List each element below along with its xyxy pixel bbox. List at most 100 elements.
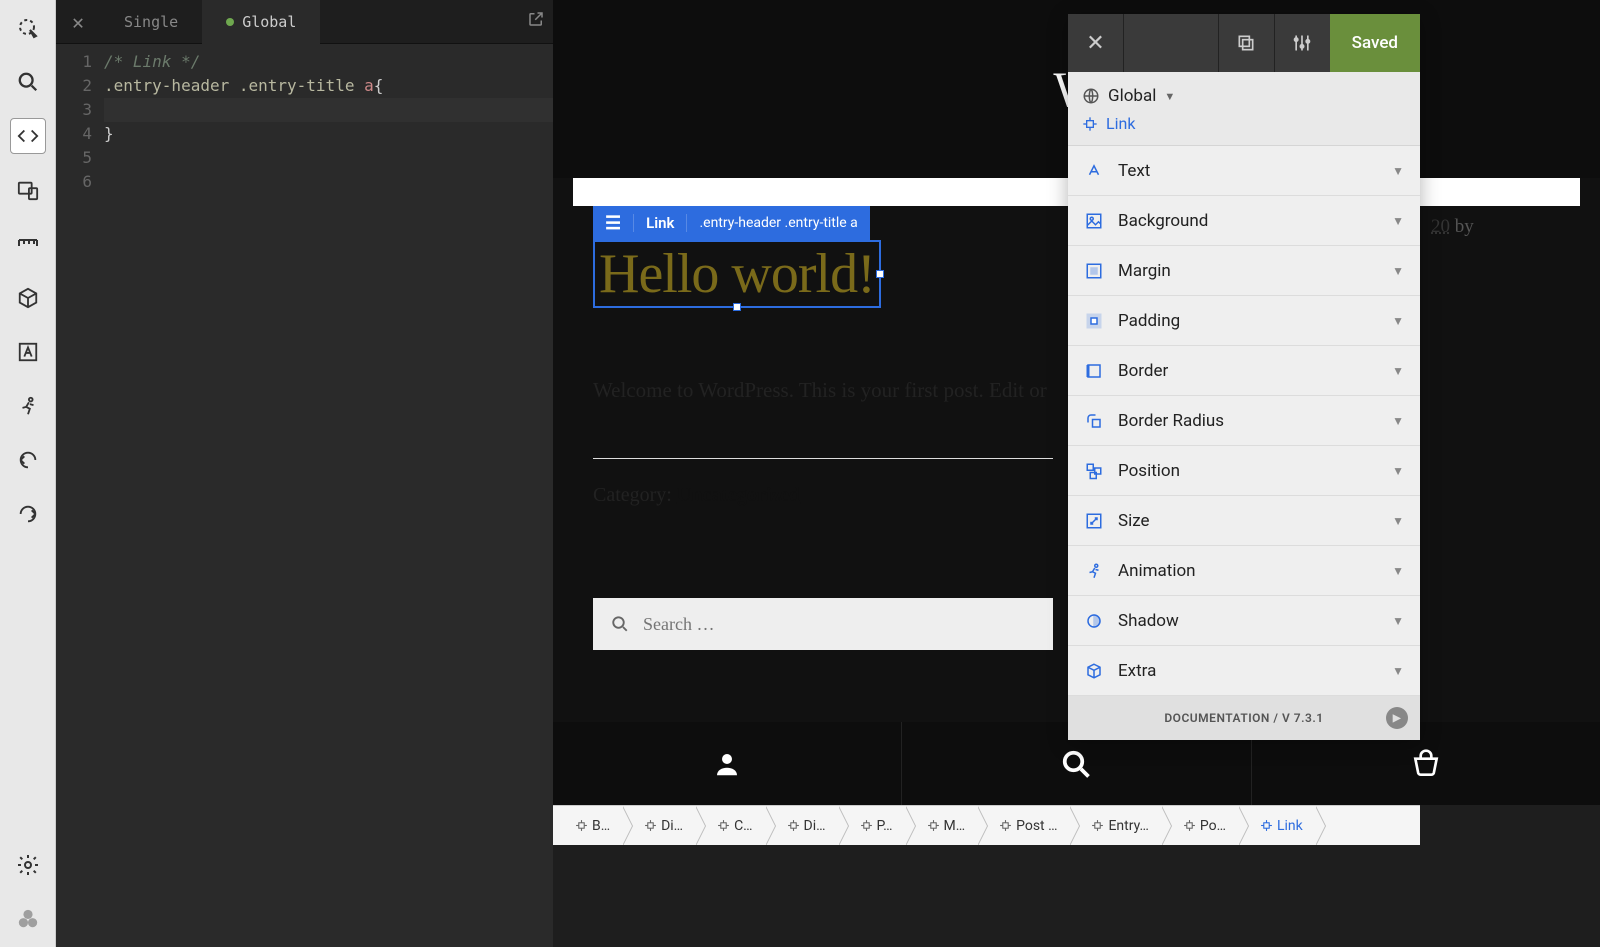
scope-element-row[interactable]: Link (1082, 110, 1406, 141)
devices-icon[interactable] (10, 172, 46, 208)
ruler-icon[interactable] (10, 226, 46, 262)
inspector-section-animation[interactable]: Animation ▼ (1068, 546, 1420, 596)
section-label: Extra (1118, 661, 1156, 681)
inspector-panel: ✕ Saved Global ▼ Link Text▼Background▼Ma… (1068, 14, 1420, 740)
inspector-section-shadow[interactable]: Shadow▼ (1068, 596, 1420, 646)
inspector-section-background[interactable]: Background▼ (1068, 196, 1420, 246)
footer-user-icon[interactable] (553, 722, 902, 805)
post-body-text: Welcome to WordPress. This is your first… (593, 378, 1047, 403)
category-label: Category: (593, 484, 672, 506)
font-box-icon[interactable] (10, 334, 46, 370)
chevron-down-icon: ▼ (1164, 90, 1175, 103)
code-icon[interactable] (10, 118, 46, 154)
breadcrumb-item[interactable]: B… (553, 806, 622, 846)
chevron-down-icon: ▼ (1392, 464, 1404, 478)
line-gutter: 123456 (56, 50, 104, 194)
inspector-section-text[interactable]: Text▼ (1068, 146, 1420, 196)
resize-handle-right[interactable] (876, 270, 884, 278)
globe-icon (1082, 87, 1100, 105)
close-inspector-button[interactable]: ✕ (1068, 14, 1124, 72)
chevron-down-icon: ▼ (1392, 414, 1404, 428)
inspector-toolbar: ✕ Saved (1068, 14, 1420, 72)
dirty-dot-icon (226, 18, 234, 26)
code-content[interactable]: /* Link */.entry-header .entry-title a{ … (104, 50, 553, 194)
animation-runner-icon[interactable] (10, 388, 46, 424)
section-label: Animation (1118, 561, 1196, 581)
inspector-section-padding[interactable]: Padding ▼ (1068, 296, 1420, 346)
cube-icon[interactable] (10, 280, 46, 316)
section-label: Size (1118, 511, 1150, 531)
breadcrumb-item[interactable]: Post … (977, 806, 1069, 846)
post-date-fragment[interactable]: 20 (1431, 216, 1450, 237)
inspector-section-border[interactable]: Border ▼ (1068, 346, 1420, 396)
redo-icon[interactable] (10, 496, 46, 532)
section-label: Padding (1118, 311, 1180, 331)
left-tool-rail (0, 0, 56, 947)
tab-global[interactable]: Global (202, 0, 320, 44)
section-label: Border Radius (1118, 411, 1224, 431)
element-label: Link (1106, 114, 1135, 133)
chevron-down-icon: ▼ (1392, 314, 1404, 328)
inspector-section-radius[interactable]: Border Radius ▼ (1068, 396, 1420, 446)
breadcrumb-item[interactable]: Entry… (1069, 806, 1160, 846)
search-icon (611, 615, 629, 633)
scope-global-row[interactable]: Global ▼ (1082, 82, 1406, 110)
position-icon (1084, 462, 1104, 480)
editor-tab-bar: ✕ Single Global (56, 0, 553, 44)
chevron-down-icon: ▼ (1392, 364, 1404, 378)
breadcrumb-item[interactable]: Link (1238, 806, 1315, 846)
dom-breadcrumb: B…Di…C…Di…P…M…Post …Entry…Po…Link (553, 805, 1420, 845)
inspector-section-list: Text▼Background▼Margin▼Padding▼Border▼Bo… (1068, 146, 1420, 696)
post-separator (593, 458, 1053, 459)
close-editor-button[interactable]: ✕ (56, 10, 100, 34)
category-link[interactable]: Uncategorized (677, 484, 800, 506)
inspector-scope: Global ▼ Link (1068, 72, 1420, 146)
copy-style-icon[interactable] (1218, 14, 1274, 72)
post-headline-link[interactable]: Hello world! (595, 242, 879, 306)
settings-icon[interactable] (10, 847, 46, 883)
selection-type: Link (633, 214, 687, 232)
editor-body[interactable]: 123456 /* Link */.entry-header .entry-ti… (56, 44, 553, 194)
chevron-down-icon: ▼ (1392, 264, 1404, 278)
breadcrumb-item[interactable]: Po… (1161, 806, 1238, 846)
tab-single[interactable]: Single (100, 0, 202, 44)
chevron-down-icon: ▼ (1392, 614, 1404, 628)
inspector-section-extra[interactable]: Extra▼ (1068, 646, 1420, 696)
search-input[interactable] (643, 614, 1035, 635)
selection-selector: .entry-header .entry-title a (687, 215, 869, 231)
detach-icon[interactable] (527, 10, 545, 28)
padding-icon (1084, 312, 1104, 330)
target-icon[interactable] (10, 10, 46, 46)
inspector-footer-text: DOCUMENTATION / V 7.3.1 (1164, 711, 1323, 725)
chevron-down-icon: ▼ (1392, 564, 1404, 578)
section-label: Background (1118, 211, 1208, 231)
inspector-section-position[interactable]: Position ▼ (1068, 446, 1420, 496)
modules-icon[interactable] (10, 901, 46, 937)
sliders-icon[interactable] (1274, 14, 1330, 72)
section-label: Border (1118, 361, 1168, 381)
shadow-icon (1084, 612, 1104, 630)
hamburger-icon[interactable]: ☰ (593, 213, 633, 234)
post-meta: 20 by (1431, 216, 1474, 238)
section-label: Margin (1118, 261, 1171, 281)
search-icon[interactable] (10, 64, 46, 100)
resize-handle-bottom[interactable] (733, 303, 741, 311)
animation-icon (1084, 562, 1104, 580)
inspector-section-size[interactable]: Size▼ (1068, 496, 1420, 546)
section-label: Position (1118, 461, 1180, 481)
post-category: Category: Uncategorized (593, 484, 800, 507)
text-icon (1084, 162, 1104, 180)
play-icon[interactable]: ▶ (1386, 707, 1408, 729)
inspector-footer: DOCUMENTATION / V 7.3.1 ▶ (1068, 696, 1420, 740)
target-small-icon (1082, 116, 1098, 132)
margin-icon (1084, 262, 1104, 280)
post-by: by (1455, 216, 1474, 237)
inspector-section-margin[interactable]: Margin ▼ (1068, 246, 1420, 296)
selected-element-outline[interactable]: Hello world! (593, 240, 881, 308)
search-box[interactable] (593, 598, 1053, 650)
selection-label[interactable]: ☰ Link .entry-header .entry-title a (593, 206, 870, 240)
extra-icon (1084, 662, 1104, 680)
saved-button[interactable]: Saved (1330, 14, 1420, 72)
border-icon (1084, 362, 1104, 380)
undo-icon[interactable] (10, 442, 46, 478)
